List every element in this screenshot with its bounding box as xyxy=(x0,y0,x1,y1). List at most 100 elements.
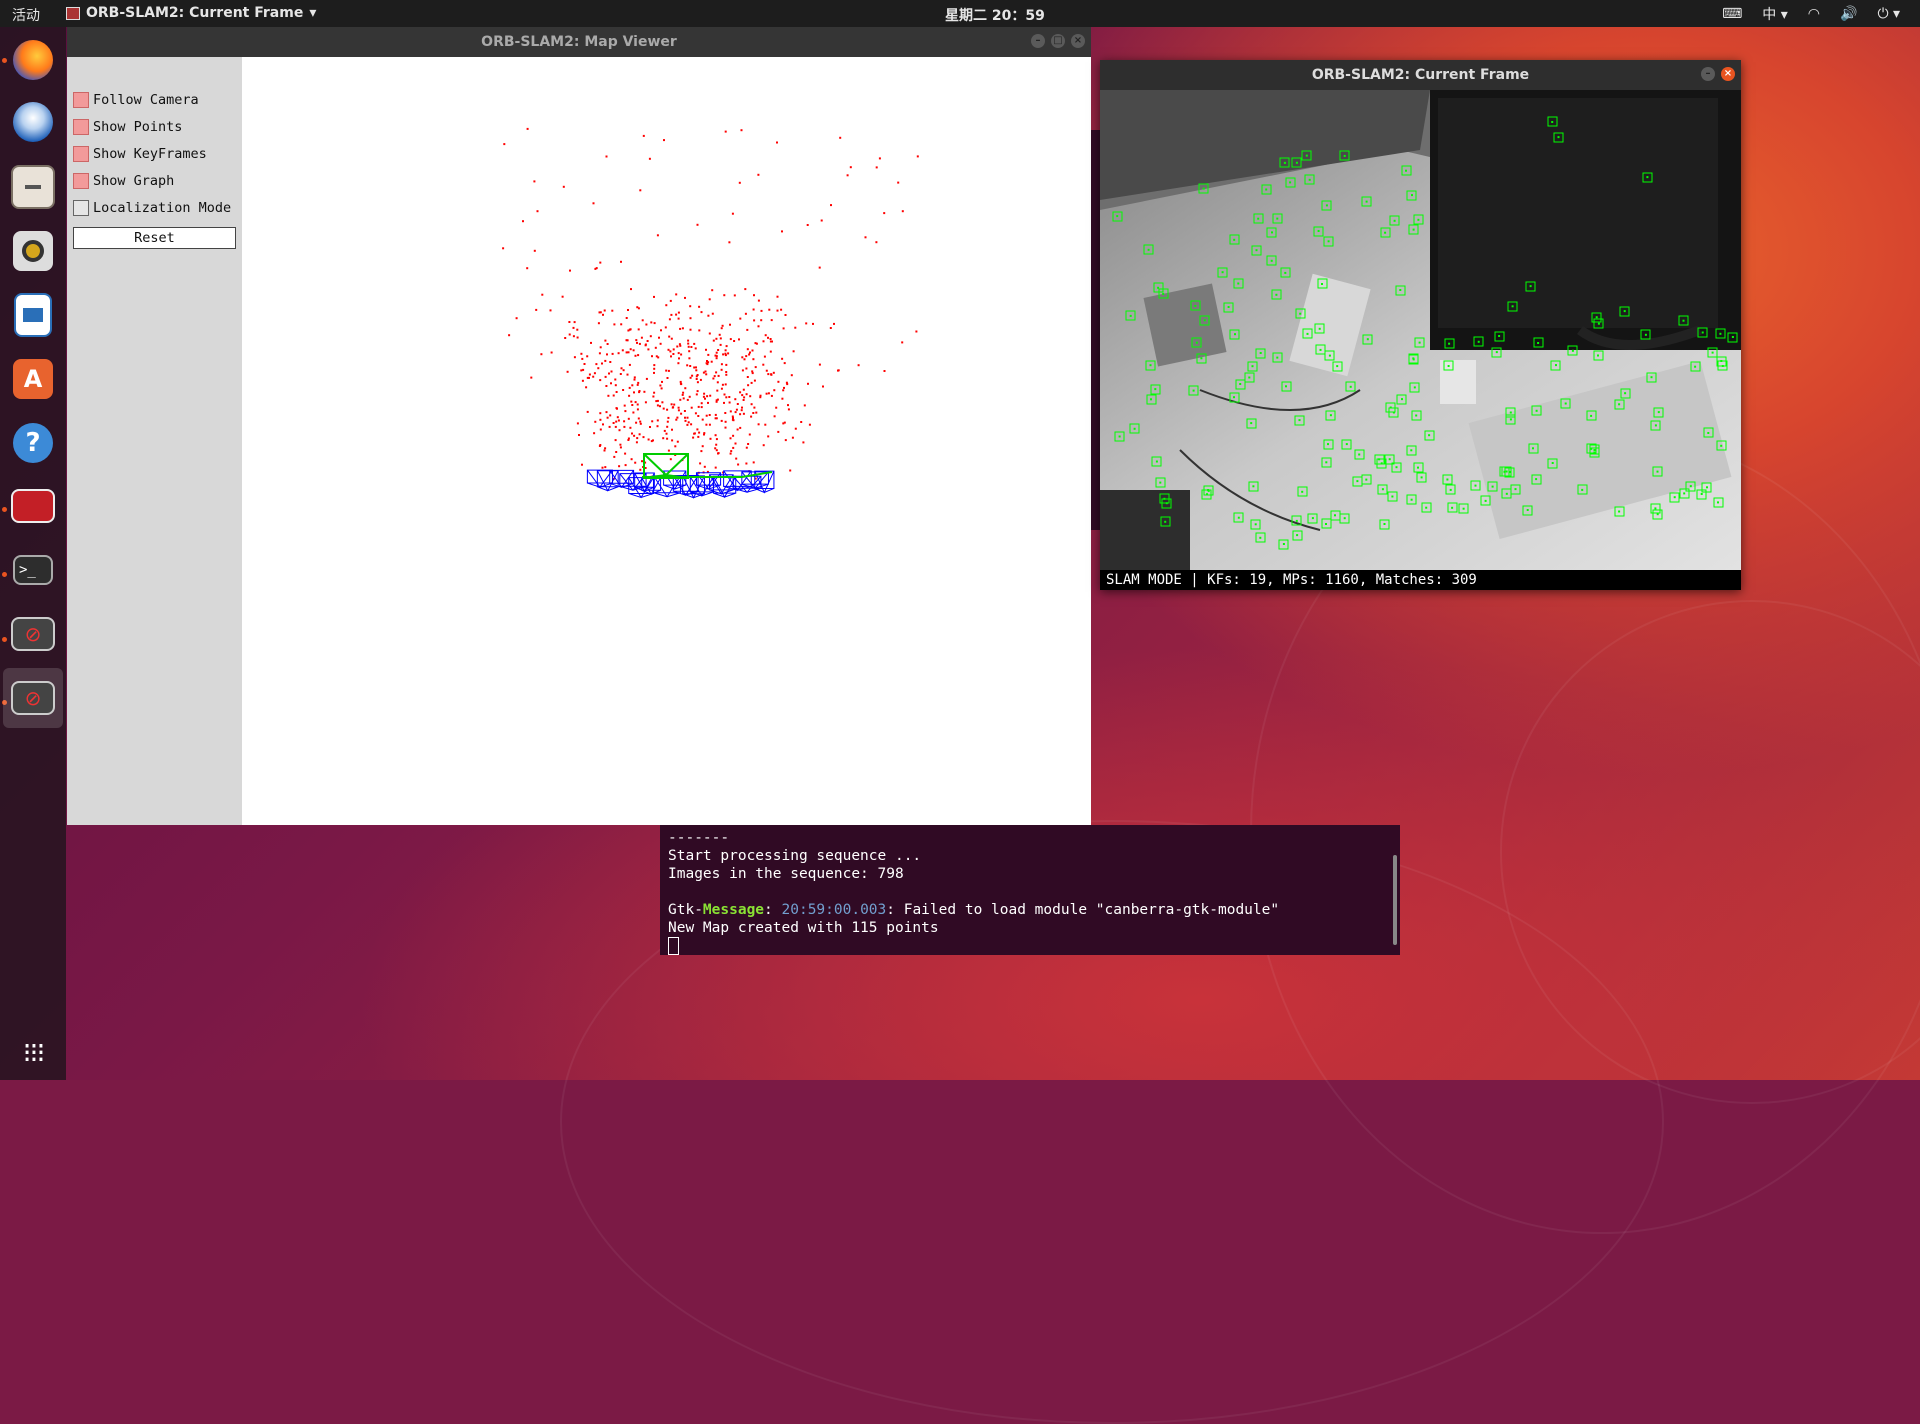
map-point xyxy=(588,373,591,376)
terminal-scrollbar[interactable] xyxy=(1393,855,1397,945)
map-point xyxy=(741,406,743,409)
feature-point xyxy=(1393,219,1396,222)
options-panel: Follow Camera Show Points Show KeyFrames… xyxy=(67,57,244,825)
input-method-indicator[interactable]: 中 ▾ xyxy=(1762,4,1787,24)
map-point xyxy=(773,415,776,418)
map-point xyxy=(782,327,785,330)
map-point xyxy=(734,442,737,445)
map-point xyxy=(731,212,734,215)
show-graph-checkbox[interactable]: Show Graph xyxy=(73,171,174,191)
maximize-icon[interactable]: □ xyxy=(1051,34,1065,48)
files-icon[interactable] xyxy=(8,162,58,212)
terminal-prompt[interactable] xyxy=(668,937,679,957)
map-point xyxy=(632,349,635,352)
map-point xyxy=(691,374,694,377)
feature-point xyxy=(1254,523,1257,526)
feature-point xyxy=(1306,332,1309,335)
feature-point xyxy=(1689,485,1692,488)
feature-point xyxy=(1618,510,1621,513)
follow-camera-checkbox[interactable]: Follow Camera xyxy=(73,90,199,110)
power-icon[interactable]: ⏻ ▾ xyxy=(1877,6,1900,22)
map-point xyxy=(731,415,734,418)
minimize-icon[interactable]: – xyxy=(1031,34,1045,48)
map-point xyxy=(737,463,740,466)
close-icon[interactable]: × xyxy=(1721,67,1735,81)
map-point xyxy=(702,371,705,374)
blocked-app-icon[interactable]: ⊘ xyxy=(8,609,58,659)
firefox-icon[interactable] xyxy=(8,35,58,85)
map-point xyxy=(502,247,505,250)
map-point xyxy=(734,411,737,414)
feature-point xyxy=(1597,322,1600,325)
blocked-app-icon[interactable]: ⊘ xyxy=(3,668,63,728)
map-point xyxy=(749,351,751,354)
map-point xyxy=(576,328,579,331)
reset-button[interactable]: Reset xyxy=(73,227,236,249)
volume-icon[interactable]: 🔊 xyxy=(1840,6,1857,22)
map-point xyxy=(700,402,703,405)
map-point xyxy=(613,455,616,458)
map-3d-canvas[interactable] xyxy=(242,57,1091,825)
map-viewer-titlebar[interactable]: ORB-SLAM2: Map Viewer – □ × xyxy=(67,27,1091,57)
minimize-icon[interactable]: – xyxy=(1701,67,1715,81)
thunderbird-icon[interactable] xyxy=(8,97,58,147)
terminal-window[interactable]: ------- Start processing sequence ... Im… xyxy=(660,825,1400,955)
feature-point xyxy=(1358,453,1361,456)
map-point xyxy=(693,366,696,369)
map-point xyxy=(752,412,755,414)
map-point xyxy=(680,412,683,415)
help-icon[interactable]: ? xyxy=(8,418,58,468)
map-point xyxy=(777,430,780,433)
map-point xyxy=(681,393,684,396)
map-point xyxy=(742,399,745,401)
current-frame-titlebar[interactable]: ORB-SLAM2: Current Frame – × xyxy=(1100,60,1741,90)
show-points-checkbox[interactable]: Show Points xyxy=(73,117,182,137)
map-point xyxy=(535,308,538,311)
map-point xyxy=(781,230,783,233)
orbslam-icon[interactable] xyxy=(8,481,58,531)
close-icon[interactable]: × xyxy=(1071,34,1085,48)
libreoffice-writer-icon[interactable] xyxy=(8,290,58,340)
map-point xyxy=(508,334,511,337)
map-point xyxy=(607,394,610,397)
feature-point xyxy=(1682,319,1685,322)
activities-button[interactable]: 活动 xyxy=(12,5,40,25)
map-point xyxy=(875,241,878,244)
map-point xyxy=(641,319,644,322)
feature-point xyxy=(1157,286,1160,289)
terminal-icon[interactable]: >_ xyxy=(8,545,58,595)
map-point xyxy=(598,311,601,314)
map-point xyxy=(582,368,585,371)
map-point xyxy=(791,436,794,439)
show-keyframes-checkbox[interactable]: Show KeyFrames xyxy=(73,144,207,164)
wifi-icon[interactable]: ◠ xyxy=(1808,6,1820,22)
map-point xyxy=(609,414,612,417)
show-apps-icon[interactable]: ⁝⁝⁝ xyxy=(8,1027,58,1077)
map-point xyxy=(690,423,693,426)
map-point xyxy=(693,342,696,345)
app-menu[interactable]: ORB-SLAM2: Current Frame ▾ xyxy=(66,5,316,21)
map-point xyxy=(839,136,842,139)
rhythmbox-icon[interactable] xyxy=(8,226,58,276)
map-point xyxy=(609,361,612,363)
map-point xyxy=(631,432,633,435)
terminal-text: 20:59:00.003 xyxy=(781,902,887,918)
feature-point xyxy=(1462,507,1465,510)
map-point xyxy=(628,394,631,397)
map-point xyxy=(675,293,678,296)
clock[interactable]: 星期二 20：59 xyxy=(945,5,1045,25)
keyboard-layout-icon[interactable]: ⌨ xyxy=(1722,6,1742,22)
map-point xyxy=(639,422,642,425)
map-point xyxy=(599,379,602,382)
software-center-icon[interactable]: A xyxy=(8,354,58,404)
map-point xyxy=(598,352,601,355)
feature-point xyxy=(1535,478,1538,481)
map-point xyxy=(686,364,689,367)
map-point xyxy=(624,464,627,467)
map-point xyxy=(602,313,604,316)
localization-mode-checkbox[interactable]: Localization Mode xyxy=(73,198,231,218)
map-point xyxy=(715,443,718,446)
feature-point xyxy=(1150,398,1152,401)
map-point xyxy=(666,425,669,428)
map-point xyxy=(522,220,524,223)
